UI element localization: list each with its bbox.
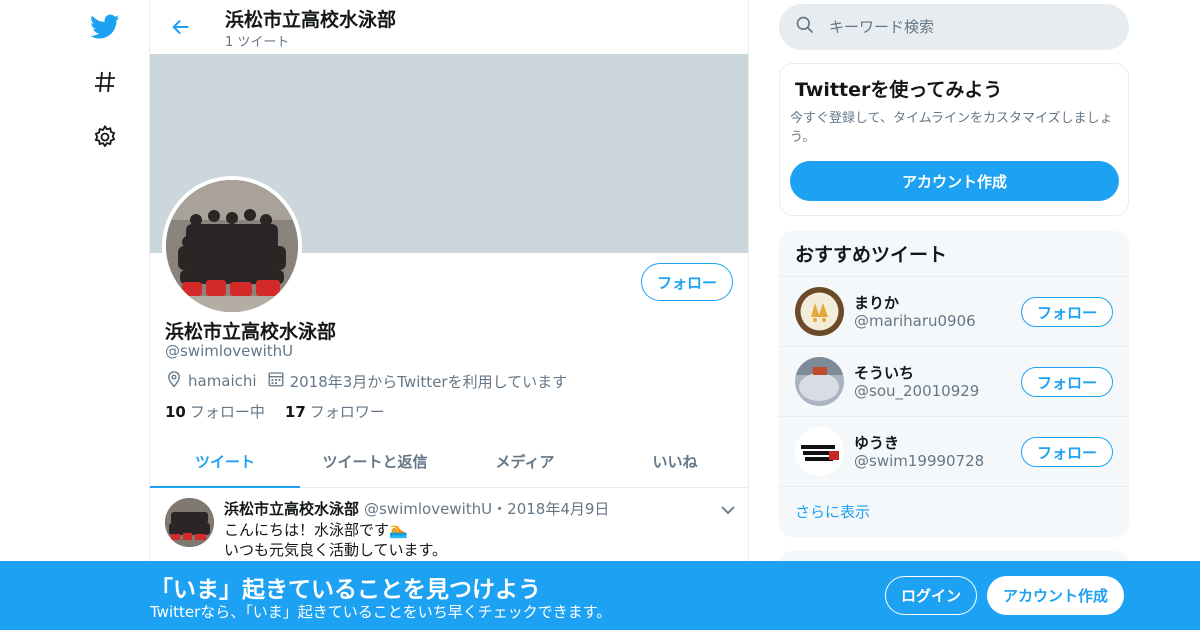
tab-media[interactable]: メディア: [450, 436, 600, 487]
search-icon: [795, 15, 815, 39]
search-box[interactable]: [779, 4, 1129, 50]
profile-column: 浜松市立高校水泳部 1 ツイート フォロー 浜松市立高校水泳部 @swimlov…: [149, 0, 749, 630]
tweet-header: 浜松市立高校水泳部 @swimlovewithU ・ 2018年4月9日: [224, 498, 609, 519]
user-avatar[interactable]: [795, 357, 844, 406]
joined-text: 2018年3月からTwitterを利用しています: [289, 372, 568, 391]
profile-header: 浜松市立高校水泳部 1 ツイート: [150, 0, 748, 54]
team-photo: [166, 180, 298, 312]
user-handle: @sou_20010929: [854, 382, 980, 400]
user-avatar[interactable]: [795, 287, 844, 336]
follow-counts: 10 フォロー中 17 フォロワー: [165, 401, 405, 422]
tweet-text: こんにちは！水泳部です🏊 いつも元気良く活動しています。: [224, 520, 447, 560]
recommendation-item[interactable]: まりか @mariharu0906 フォロー: [779, 277, 1129, 347]
location-pin-icon: [165, 370, 188, 392]
chevron-down-icon[interactable]: [718, 500, 738, 520]
location-item: hamaichi: [165, 370, 257, 392]
followers-count: 17: [284, 403, 306, 421]
location-text: hamaichi: [188, 372, 257, 390]
header-title: 浜松市立高校水泳部: [225, 9, 397, 31]
recommendations-card: おすすめツイート まりか @mariharu0906 フォロー そういち @so…: [779, 231, 1129, 537]
gear-icon[interactable]: [90, 122, 120, 152]
profile-handle: @swimlovewithU: [165, 342, 294, 360]
following-label: フォロー中: [189, 403, 265, 421]
tweet-separator: ・: [492, 500, 508, 518]
recommendation-item[interactable]: そういち @sou_20010929 フォロー: [779, 347, 1129, 417]
profile-avatar[interactable]: [162, 176, 302, 316]
tweet-handle[interactable]: @swimlovewithU: [364, 500, 492, 518]
user-name: そういち: [854, 364, 915, 382]
followers-link[interactable]: 17 フォロワー: [285, 401, 385, 422]
followers-label: フォロワー: [309, 403, 385, 421]
recommendation-item[interactable]: ゆうき @swim19990728 フォロー: [779, 417, 1129, 487]
joined-item: 2018年3月からTwitterを利用しています: [267, 370, 568, 392]
banner-title: 「いま」起きていることを見つけよう: [150, 577, 541, 603]
tweet-date[interactable]: 2018年4月9日: [507, 498, 609, 519]
follow-button[interactable]: フォロー: [1021, 297, 1113, 327]
login-button[interactable]: ログイン: [885, 576, 977, 615]
user-avatar[interactable]: [795, 427, 844, 476]
follow-button[interactable]: フォロー: [1021, 437, 1113, 467]
profile-meta: hamaichi 2018年3月からTwitterを利用しています: [165, 370, 577, 392]
calendar-icon: [267, 370, 290, 392]
following-link[interactable]: 10 フォロー中: [165, 401, 265, 422]
search-input[interactable]: [829, 18, 1109, 36]
hashtag-icon[interactable]: [90, 67, 120, 97]
profile-tabs: ツイート ツイートと返信 メディア いいね: [150, 436, 748, 488]
back-arrow-icon[interactable]: [166, 12, 196, 42]
tweet-line: こんにちは！水泳部です🏊: [224, 521, 408, 539]
user-handle: @mariharu0906: [854, 312, 976, 330]
follow-button[interactable]: フォロー: [641, 263, 733, 301]
follow-button[interactable]: フォロー: [1021, 367, 1113, 397]
banner-subtitle: Twitterなら、「いま」起きていることをいち早くチェックできます。: [150, 603, 612, 621]
signup-description: 今すぐ登録して、タイムラインをカスタマイズしましょう。: [790, 111, 1113, 145]
left-nav: [80, 0, 130, 630]
tweet-line: いつも元気良く活動しています。: [224, 541, 448, 559]
user-name: ゆうき: [854, 434, 900, 452]
tab-likes[interactable]: いいね: [600, 436, 748, 487]
user-name: まりか: [854, 294, 900, 312]
user-handle: @swim19990728: [854, 452, 985, 470]
profile-name: 浜松市立高校水泳部: [165, 321, 337, 343]
right-sidebar: Twitterを使ってみよう 今すぐ登録して、タイムラインをカスタマイズしましょ…: [779, 0, 1129, 630]
tweet-author[interactable]: 浜松市立高校水泳部: [224, 498, 359, 519]
signup-banner: 「いま」起きていることを見つけよう Twitterなら、「いま」起きていることを…: [0, 561, 1200, 630]
recommendations-title: おすすめツイート: [779, 231, 1129, 277]
header-tweet-count: 1 ツイート: [225, 35, 290, 50]
following-count: 10: [165, 403, 186, 421]
tweet-avatar[interactable]: [165, 498, 214, 547]
tab-tweets[interactable]: ツイート: [150, 436, 300, 488]
tab-tweets-and-replies[interactable]: ツイートと返信: [300, 436, 450, 487]
twitter-logo-icon[interactable]: [90, 12, 120, 42]
signup-title: Twitterを使ってみよう: [795, 79, 1003, 101]
signup-card: Twitterを使ってみよう 今すぐ登録して、タイムラインをカスタマイズしましょ…: [779, 63, 1129, 216]
create-account-button[interactable]: アカウント作成: [790, 161, 1119, 201]
signup-button[interactable]: アカウント作成: [987, 576, 1124, 615]
show-more-link[interactable]: さらに表示: [779, 487, 1129, 535]
